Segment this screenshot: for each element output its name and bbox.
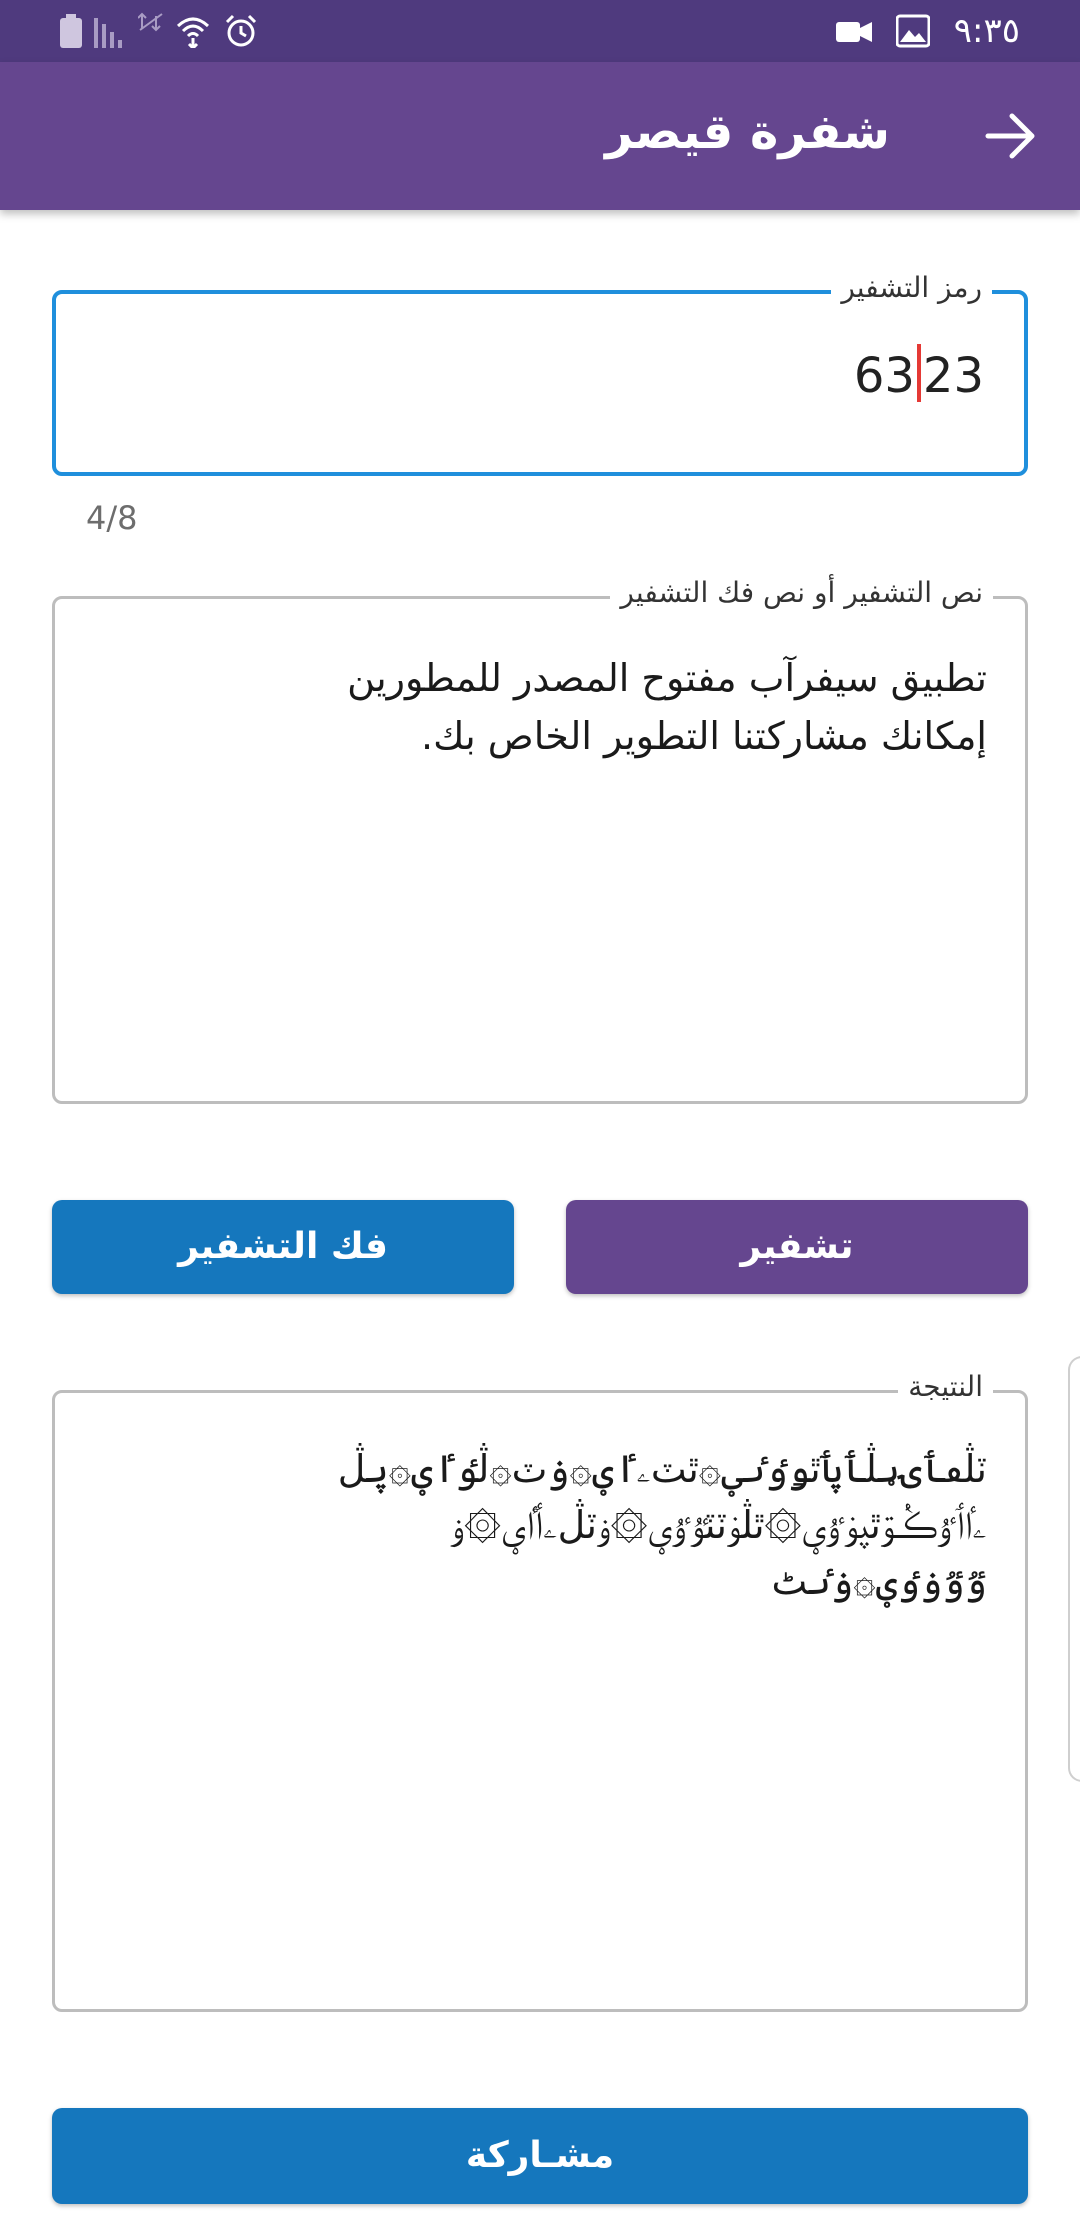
side-panel-handle[interactable] — [1068, 1356, 1080, 1782]
page-title: شفرة قيصر — [605, 104, 890, 160]
result-output[interactable]: ٽڷٯٲۍؠڷٲۑٲٿۅٶٸؠ۞ٿٽۦٵؠ۞ۏٽ۞ڷٶٵؠ۞ۑڷ ۦٵٲٷڪٝۊ… — [93, 1441, 987, 1609]
app-bar: شفرة قيصر — [0, 62, 1080, 210]
alarm-icon — [224, 14, 258, 48]
plain-text-field[interactable]: نص التشفير أو نص فك التشفير تطبيق سيفرآب… — [52, 573, 1028, 1104]
plain-text-label: نص التشفير أو نص فك التشفير — [610, 573, 993, 613]
battery-icon — [60, 14, 82, 48]
video-icon — [836, 14, 872, 48]
plain-text-input[interactable]: تطبيق سيفرآب مفتوح المصدر للمطورين إمكان… — [95, 649, 987, 765]
share-button[interactable]: مشـاركة — [52, 2108, 1028, 2204]
cipher-key-field[interactable]: رمز التشفير 63 23 — [52, 268, 1028, 476]
status-time: ٩:٣٥ — [953, 11, 1020, 51]
text-cursor — [916, 344, 921, 402]
result-label: النتيجة — [898, 1367, 993, 1407]
character-counter: 4/8 — [86, 499, 138, 537]
cipher-key-value-start: 63 — [853, 348, 915, 404]
wifi-icon — [176, 14, 210, 48]
status-bar: ٩:٣٥ — [0, 0, 1080, 62]
result-field[interactable]: النتيجة ٽڷٯٲۍؠڷٲۑٲٿۅٶٸؠ۞ٿٽۦٵؠ۞ۏٽ۞ڷٶٵؠ۞ۑڷ… — [52, 1367, 1028, 2012]
decrypt-button[interactable]: فك التشفير — [52, 1200, 514, 1294]
encrypt-button[interactable]: تشفير — [566, 1200, 1028, 1294]
data-off-icon — [138, 12, 164, 46]
cipher-key-value-end: 23 — [922, 348, 984, 404]
cipher-key-input[interactable]: 63 23 — [854, 344, 984, 406]
back-arrow-icon[interactable] — [980, 106, 1040, 166]
cipher-key-label: رمز التشفير — [831, 268, 992, 308]
image-icon — [896, 14, 930, 48]
signal-icon — [94, 14, 128, 48]
